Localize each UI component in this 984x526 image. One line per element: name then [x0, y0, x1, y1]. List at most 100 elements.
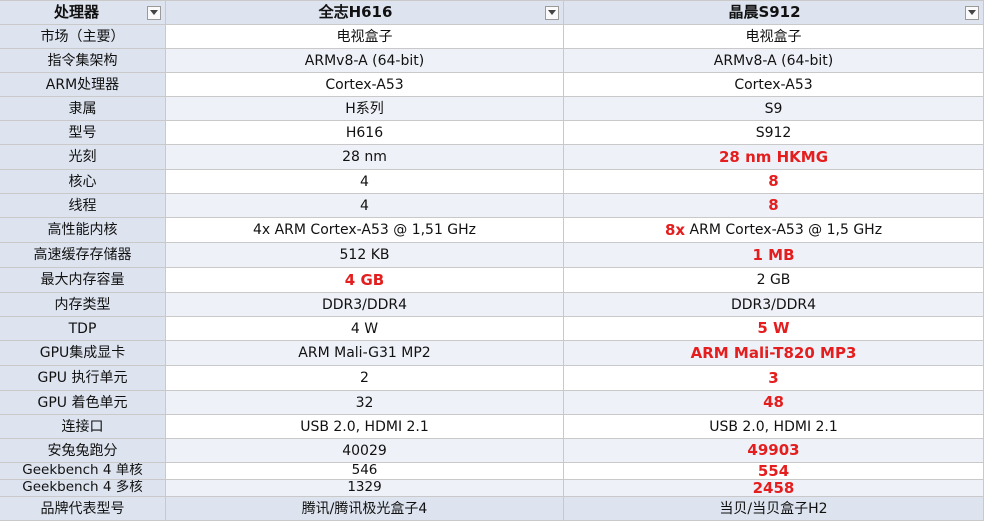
row-label-cell[interactable]: ARM处理器 [0, 73, 166, 97]
s912-value-cell[interactable]: 2 GB [564, 268, 984, 293]
row-label-cell[interactable]: GPU集成显卡 [0, 341, 166, 366]
h616-value-cell[interactable]: 电视盒子 [166, 25, 564, 49]
row-label-cell[interactable]: GPU 着色单元 [0, 391, 166, 415]
header-h616: 全志H616 [166, 0, 564, 25]
cell-text: 4 [360, 197, 369, 214]
s912-value-cell[interactable]: 电视盒子 [564, 25, 984, 49]
row-label-cell[interactable]: 安兔兔跑分 [0, 439, 166, 463]
s912-value-cell[interactable]: 554 [564, 463, 984, 480]
cell-text: S912 [755, 124, 792, 141]
cell-text: Cortex-A53 [734, 76, 813, 93]
h616-value-cell[interactable]: 4 GB [166, 268, 564, 293]
cell-text: 48 [763, 393, 784, 411]
row-label-cell[interactable]: GPU 执行单元 [0, 366, 166, 391]
s912-value-cell[interactable]: 8 [564, 170, 984, 194]
s912-value-cell[interactable]: S912 [564, 121, 984, 145]
cell-text: USB 2.0, HDMI 2.1 [709, 418, 838, 435]
s912-value-cell[interactable]: 1 MB [564, 243, 984, 268]
h616-value-cell[interactable]: ARMv8-A (64-bit) [166, 49, 564, 73]
cell-text: ARM Cortex-A53 @ 1,5 GHz [685, 222, 883, 238]
row-label-cell[interactable]: Geekbench 4 单核 [0, 463, 166, 480]
s912-value-cell[interactable]: 3 [564, 366, 984, 391]
table-row: 隶属 H系列 S9 [0, 97, 984, 121]
row-label-cell[interactable]: 隶属 [0, 97, 166, 121]
s912-value-cell[interactable]: ARM Mali-T820 MP3 [564, 341, 984, 366]
h616-value-cell[interactable]: ARM Mali-G31 MP2 [166, 341, 564, 366]
h616-value-cell[interactable]: 32 [166, 391, 564, 415]
h616-value-cell[interactable]: 4 [166, 194, 564, 218]
row-label-cell[interactable]: 高速缓存存储器 [0, 243, 166, 268]
h616-value-cell[interactable]: 1329 [166, 480, 564, 497]
h616-value-cell[interactable]: 4 [166, 170, 564, 194]
filter-dropdown-button[interactable] [965, 5, 979, 20]
table-row: 高速缓存存储器 512 KB 1 MB [0, 243, 984, 268]
s912-value-cell[interactable]: S9 [564, 97, 984, 121]
h616-value-cell[interactable]: 2 [166, 366, 564, 391]
h616-value-cell[interactable]: 28 nm [166, 145, 564, 170]
s912-value-cell[interactable]: DDR3/DDR4 [564, 293, 984, 317]
row-label-cell[interactable]: 内存类型 [0, 293, 166, 317]
cell-text: 最大内存容量 [40, 272, 125, 288]
table-row: 核心 4 8 [0, 170, 984, 194]
table-row: 光刻 28 nm 28 nm HKMG [0, 145, 984, 170]
header-label: 处理器 [53, 3, 99, 21]
cell-text: H系列 [345, 100, 384, 117]
s912-value-cell[interactable]: 49903 [564, 439, 984, 463]
h616-value-cell[interactable]: 4 W [166, 317, 564, 341]
cell-text: 核心 [68, 173, 97, 190]
h616-value-cell[interactable]: 512 KB [166, 243, 564, 268]
h616-value-cell[interactable]: H616 [166, 121, 564, 145]
cell-text: ARMv8-A (64-bit) [304, 52, 425, 69]
cell-text: GPU集成显卡 [39, 345, 126, 361]
row-label-cell[interactable]: 高性能内核 [0, 218, 166, 243]
cell-text: 8 [768, 196, 779, 214]
table-row: 市场（主要） 电视盒子 电视盒子 [0, 25, 984, 49]
s912-value-cell[interactable]: USB 2.0, HDMI 2.1 [564, 415, 984, 439]
row-label-cell[interactable]: 市场（主要） [0, 25, 166, 49]
cell-text: 28 nm [342, 149, 387, 165]
s912-value-cell[interactable]: 28 nm HKMG [564, 145, 984, 170]
row-label-cell[interactable]: TDP [0, 317, 166, 341]
table-row: GPU 着色单元 32 48 [0, 391, 984, 415]
s912-value-cell[interactable]: Cortex-A53 [564, 73, 984, 97]
s912-value-cell[interactable]: ARMv8-A (64-bit) [564, 49, 984, 73]
row-label-cell[interactable]: 连接口 [0, 415, 166, 439]
table-row: 高性能内核 4x ARM Cortex-A53 @ 1,51 GHz 8x ARM … [0, 218, 984, 243]
row-label-cell[interactable]: 光刻 [0, 145, 166, 170]
table-row: 型号 H616 S912 [0, 121, 984, 145]
row-label-cell[interactable]: 核心 [0, 170, 166, 194]
filter-dropdown-button[interactable] [545, 5, 559, 20]
row-label-cell[interactable]: 指令集架构 [0, 49, 166, 73]
cell-text: 554 [757, 463, 790, 480]
cell-text: 高速缓存存储器 [33, 247, 132, 263]
table-row: TDP 4 W 5 W [0, 317, 984, 341]
s912-value-cell[interactable]: 5 W [564, 317, 984, 341]
cell-text: 1 MB [752, 245, 795, 264]
h616-value-cell[interactable]: Cortex-A53 [166, 73, 564, 97]
row-label-cell[interactable]: 线程 [0, 194, 166, 218]
h616-value-cell[interactable]: H系列 [166, 97, 564, 121]
filter-dropdown-button[interactable] [147, 5, 161, 20]
h616-value-cell[interactable]: 40029 [166, 439, 564, 463]
row-label-cell[interactable]: 品牌代表型号 [0, 497, 166, 521]
table-row: ARM处理器 Cortex-A53 Cortex-A53 [0, 73, 984, 97]
h616-value-cell[interactable]: USB 2.0, HDMI 2.1 [166, 415, 564, 439]
s912-value-cell[interactable]: 48 [564, 391, 984, 415]
row-label-cell[interactable]: 型号 [0, 121, 166, 145]
cell-text: 2458 [752, 480, 795, 497]
cell-text: 40029 [342, 442, 387, 459]
h616-value-cell[interactable]: 4x ARM Cortex-A53 @ 1,51 GHz [166, 218, 564, 243]
row-label-cell[interactable]: Geekbench 4 多核 [0, 480, 166, 497]
s912-value-cell[interactable]: 2458 [564, 480, 984, 497]
s912-value-cell[interactable]: 8 [564, 194, 984, 218]
h616-value-cell[interactable]: 腾讯/腾讯极光盒子4 [166, 497, 564, 521]
cell-text: 连接口 [61, 418, 104, 435]
s912-value-cell[interactable]: 当贝/当贝盒子H2 [564, 497, 984, 521]
cell-text: H616 [345, 124, 384, 141]
s912-value-cell[interactable]: 8x ARM Cortex-A53 @ 1,5 GHz [564, 218, 984, 243]
cell-text: Geekbench 4 多核 [22, 480, 143, 496]
cell-text: 3 [768, 368, 779, 387]
row-label-cell[interactable]: 最大内存容量 [0, 268, 166, 293]
h616-value-cell[interactable]: 546 [166, 463, 564, 480]
h616-value-cell[interactable]: DDR3/DDR4 [166, 293, 564, 317]
